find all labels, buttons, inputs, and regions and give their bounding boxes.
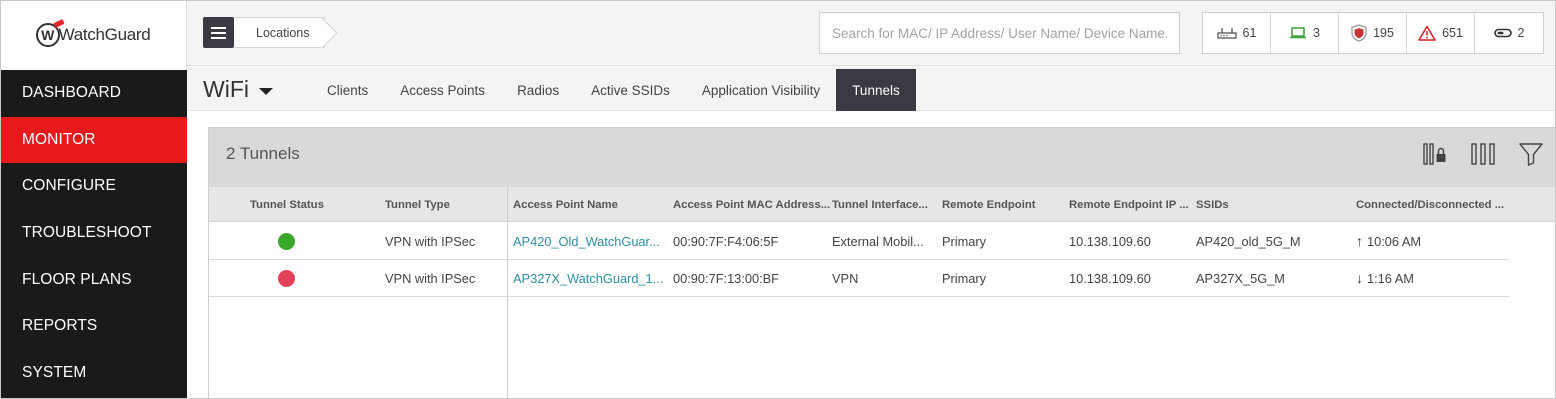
section-header: WiFi Clients Access Points Radios Active… (187, 66, 1555, 111)
columns-icon[interactable] (1470, 141, 1496, 167)
sensors-count: 2 (1517, 26, 1525, 40)
tunnel-status-cell (278, 260, 295, 296)
tunnel-type-cell: VPN with IPSec (385, 270, 476, 286)
sidebar-item-system[interactable]: SYSTEM (0, 350, 187, 397)
connected-time: 10:06 AM (1367, 233, 1422, 249)
remote-endpoint-cell: Primary (942, 233, 987, 249)
threats-count: 195 (1373, 26, 1394, 40)
sidebar-item-troubleshoot[interactable]: TROUBLESHOOT (0, 210, 187, 257)
threats-counter[interactable]: 195 (1339, 13, 1407, 53)
tab-radios[interactable]: Radios (501, 69, 575, 111)
warning-triangle-icon (1418, 25, 1436, 41)
breadcrumb[interactable]: Locations (234, 17, 325, 48)
sidebar-item-floor-plans[interactable]: FLOOR PLANS (0, 256, 187, 303)
tab-active-ssids[interactable]: Active SSIDs (575, 69, 686, 111)
top-bar: Locations 61 3 195 (187, 0, 1555, 66)
menu-icon[interactable] (203, 17, 234, 48)
sensors-counter[interactable]: 2 (1475, 13, 1543, 53)
column-header-tunnel-type[interactable]: Tunnel Type (385, 187, 450, 222)
logo-mark-icon: W (35, 23, 60, 47)
disconnected-time: 1:16 AM (1367, 270, 1414, 286)
access-point-mac-cell: 00:90:7F:F4:06:5F (673, 233, 779, 249)
table-row[interactable]: VPN with IPSec AP420_Old_WatchGuar... 00… (209, 223, 1509, 260)
column-lock-icon[interactable] (1422, 141, 1448, 167)
access-point-name-link[interactable]: AP327X_WatchGuard_1... (513, 260, 663, 296)
sidebar-item-dashboard[interactable]: DASHBOARD (0, 70, 187, 117)
arrow-up-icon: ↑ (1356, 233, 1363, 249)
connected-time-cell: ↑ 10:06 AM (1356, 223, 1421, 259)
column-header-ssids[interactable]: SSIDs (1196, 187, 1229, 222)
sidebar-item-monitor[interactable]: MONITOR (0, 116, 187, 164)
alerts-count: 651 (1442, 26, 1463, 40)
column-header-remote-endpoint[interactable]: Remote Endpoint (942, 187, 1036, 222)
access-points-count: 61 (1242, 26, 1257, 40)
sidebar-item-configure[interactable]: CONFIGURE (0, 163, 187, 210)
section-title: WiFi (203, 76, 249, 102)
counter-bar: 61 3 195 651 2 (1202, 12, 1544, 54)
ssids-cell: AP420_old_5G_M (1196, 233, 1301, 249)
access-point-icon (1216, 28, 1237, 39)
caret-down-icon (258, 87, 273, 95)
laptop-icon (1290, 27, 1307, 39)
logo-text: WatchGuard (58, 25, 151, 44)
search-input[interactable] (819, 12, 1180, 54)
column-header-access-point-name[interactable]: Access Point Name (513, 187, 618, 222)
alerts-counter[interactable]: 651 (1407, 13, 1475, 53)
tab-bar: Clients Access Points Radios Active SSID… (311, 69, 916, 111)
tunnel-interface-cell: External Mobil... (832, 233, 924, 249)
status-connected-icon (278, 232, 295, 250)
column-header-tunnel-interface[interactable]: Tunnel Interface... (832, 187, 928, 222)
panel-header: 2 Tunnels (209, 128, 1556, 187)
tab-clients[interactable]: Clients (311, 69, 384, 111)
tab-tunnels[interactable]: Tunnels (836, 69, 916, 111)
column-header-access-point-mac[interactable]: Access Point MAC Address... (673, 187, 830, 222)
tunnel-type-cell: VPN with IPSec (385, 233, 476, 249)
panel-title: 2 Tunnels (226, 144, 300, 163)
tunnel-status-cell (278, 223, 295, 259)
logo-area[interactable]: W WatchGuard (0, 0, 187, 70)
column-header-connected-disconnected[interactable]: Connected/Disconnected ... (1356, 187, 1504, 222)
watchguard-logo: W WatchGuard (35, 23, 151, 47)
disconnected-time-cell: ↓ 1:16 AM (1356, 260, 1414, 296)
panel-tools (1422, 141, 1556, 167)
table-row[interactable]: VPN with IPSec AP327X_WatchGuard_1... 00… (209, 260, 1509, 297)
filter-icon[interactable] (1518, 141, 1544, 167)
tab-application-visibility[interactable]: Application Visibility (686, 69, 836, 111)
tab-access-points[interactable]: Access Points (384, 69, 501, 111)
status-disconnected-icon (278, 269, 295, 287)
column-header-remote-endpoint-ip[interactable]: Remote Endpoint IP ... (1069, 187, 1189, 222)
sidebar-item-reports[interactable]: REPORTS (0, 303, 187, 350)
remote-endpoint-cell: Primary (942, 270, 987, 286)
clients-count: 3 (1313, 26, 1320, 40)
shield-icon (1351, 24, 1367, 42)
remote-endpoint-ip-cell: 10.138.109.60 (1069, 270, 1151, 286)
column-header-tunnel-status[interactable]: Tunnel Status (250, 187, 324, 222)
ssids-cell: AP327X_5G_M (1196, 270, 1285, 286)
tunnels-panel: 2 Tunnels Tunnel Status Tunnel Type Acce… (208, 127, 1556, 399)
access-points-counter[interactable]: 61 (1203, 13, 1271, 53)
table-header: Tunnel Status Tunnel Type Access Point N… (209, 187, 1556, 222)
sidebar: W WatchGuard DASHBOARD MONITOR CONFIGURE… (0, 0, 187, 399)
sidebar-nav: DASHBOARD MONITOR CONFIGURE TROUBLESHOOT… (0, 70, 187, 396)
arrow-down-icon: ↓ (1356, 270, 1363, 286)
breadcrumb-locations: Locations (256, 25, 310, 40)
remote-endpoint-ip-cell: 10.138.109.60 (1069, 233, 1151, 249)
wifi-dropdown[interactable]: WiFi (203, 76, 273, 103)
tunnel-interface-cell: VPN (832, 270, 859, 286)
access-point-mac-cell: 00:90:7F:13:00:BF (673, 270, 779, 286)
access-point-name-link[interactable]: AP420_Old_WatchGuar... (513, 223, 660, 259)
clients-counter[interactable]: 3 (1271, 13, 1339, 53)
sensor-icon (1493, 28, 1512, 38)
